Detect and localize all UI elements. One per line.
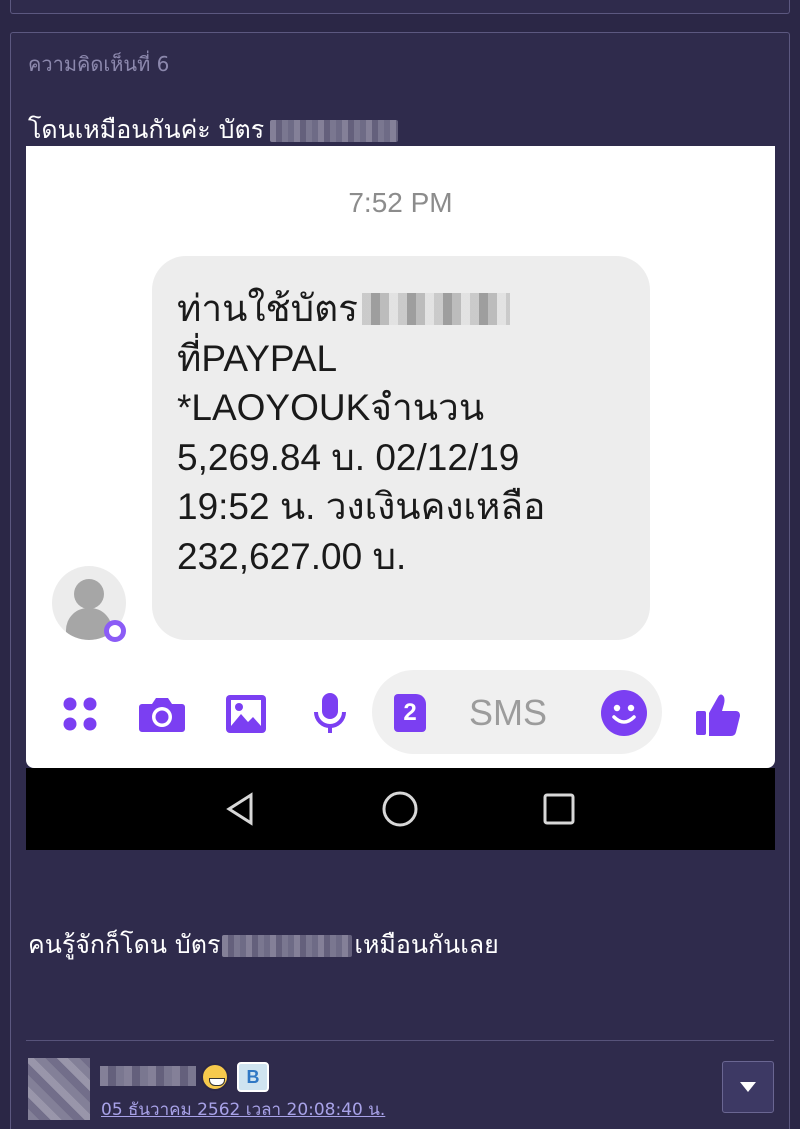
caret-down-icon: [740, 1082, 756, 1092]
censored-card-name: [270, 120, 399, 142]
comment-text-part: คนรู้จักก็โดน บัตร: [28, 930, 221, 959]
poster-name-censored[interactable]: [100, 1066, 196, 1086]
microphone-icon[interactable]: [306, 692, 354, 736]
message-line: 19:52 น. วงเงินคงเหลือ: [177, 486, 546, 527]
message-line: 5,269.84 บ. 02/12/19: [177, 436, 520, 478]
comment-text-2: คนรู้จักก็โดน บัตร เหมือนกันเลย: [28, 925, 499, 965]
message-line: *LAOYOUKจำนวน: [177, 387, 485, 428]
sms-screenshot: 7:52 PM ท่านใช้บัตร ที่PAYPAL *LAOYOUKจำ…: [26, 146, 775, 768]
comment-text-part: โดนเหมือนกันค่ะ บัตร: [28, 115, 265, 144]
poster-avatar[interactable]: [28, 1058, 90, 1120]
sim-2-icon[interactable]: 2: [394, 694, 426, 732]
camera-icon[interactable]: [138, 692, 186, 736]
apps-icon[interactable]: [56, 692, 104, 736]
comment-number: ความคิดเห็นที่ 6: [28, 52, 170, 76]
grin-emoji-icon: [201, 1063, 229, 1091]
message-text: ท่านใช้บัตร ที่PAYPAL *LAOYOUKจำนวน 5,26…: [177, 284, 647, 581]
previous-comment-card: [10, 0, 790, 14]
avatar-status-dot: [104, 620, 126, 642]
back-icon[interactable]: [221, 789, 261, 829]
censored-card-name: [222, 935, 353, 957]
post-timestamp[interactable]: 05 ธันวาคม 2562 เวลา 20:08:40 น.: [101, 1096, 385, 1123]
sms-input[interactable]: 2 SMS: [372, 670, 662, 754]
compose-toolbar: 2 SMS: [26, 666, 775, 754]
message-line: ที่PAYPAL: [177, 337, 338, 379]
message-line: ท่านใช้บัตร: [177, 288, 359, 329]
message-time: 7:52 PM: [348, 187, 453, 218]
blog-badge-icon[interactable]: B: [237, 1062, 269, 1092]
comment-text: โดนเหมือนกันค่ะ บัตร: [28, 110, 399, 150]
recents-icon[interactable]: [539, 789, 579, 829]
emoji-icon[interactable]: [601, 690, 647, 736]
message-line: 232,627.00 บ.: [177, 535, 407, 577]
censored-card-number: [362, 293, 511, 325]
android-navbar: [26, 768, 775, 850]
sms-placeholder: SMS: [469, 692, 548, 733]
comment-menu-button[interactable]: [722, 1061, 774, 1113]
image-icon[interactable]: [222, 692, 270, 736]
comment-divider: [26, 1040, 774, 1041]
home-icon[interactable]: [380, 789, 420, 829]
message-bubble: ท่านใช้บัตร ที่PAYPAL *LAOYOUKจำนวน 5,26…: [152, 256, 650, 640]
thumbs-up-icon[interactable]: [694, 692, 742, 736]
comment-text-part: เหมือนกันเลย: [354, 930, 499, 959]
